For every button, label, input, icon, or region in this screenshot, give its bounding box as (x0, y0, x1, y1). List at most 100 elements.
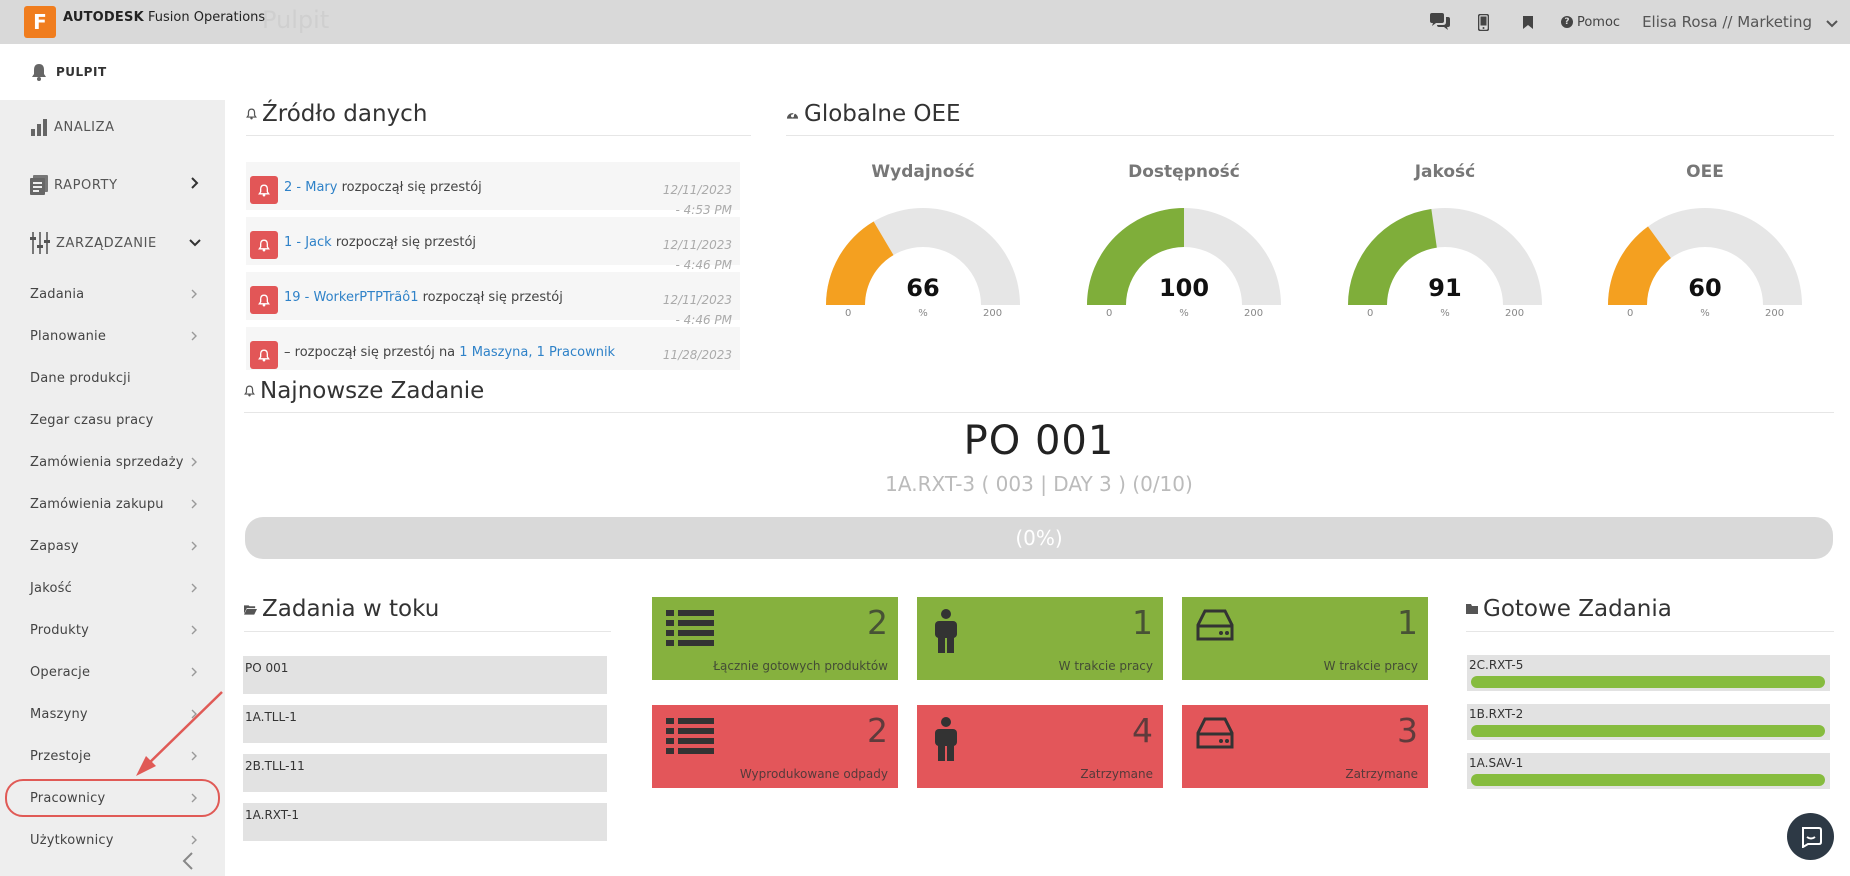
feed-item-message: rozpoczął się przestój (335, 235, 477, 250)
chevron-right-icon (191, 499, 197, 509)
wip-heading: Zadania w toku (244, 596, 439, 622)
stat-tile-label: Łącznie gotowych produktów (713, 659, 888, 673)
sidebar-item-label: Maszyny (30, 706, 88, 722)
bookmark-icon[interactable] (1517, 11, 1539, 33)
bell-icon (246, 108, 257, 120)
sidebar-pulpit-label: PULPIT (56, 65, 107, 79)
worker-icon (931, 609, 961, 657)
wip-title: Zadania w toku (262, 596, 440, 622)
done-task-progress-bar (1471, 676, 1825, 688)
sidebar-item-label: Dane produkcji (30, 370, 131, 386)
chevron-right-icon (191, 331, 197, 341)
comments-icon[interactable] (1429, 11, 1451, 33)
collapse-sidebar-icon[interactable] (182, 852, 194, 870)
divider (246, 135, 751, 136)
gauge-title: OEE (1686, 162, 1724, 182)
sidebar-item-label: Zadania (30, 286, 85, 302)
stat-tile[interactable]: 2 Łącznie gotowych produktów (652, 597, 898, 680)
stat-tile-value: 3 (1397, 711, 1418, 750)
gauge-max: 200 (1505, 308, 1525, 319)
latest-task-name[interactable]: PO 001 (246, 418, 1832, 464)
feed-heading: Źródło danych (246, 101, 427, 127)
sidebar-section-raporty[interactable]: RAPORTY (0, 163, 225, 207)
stat-tile[interactable]: 3 Zatrzymane (1182, 705, 1428, 788)
sidebar-item-operacje[interactable]: Operacje (0, 651, 225, 693)
list-icon (666, 717, 714, 759)
feed-item-target-link[interactable]: 1 Maszyna, 1 Pracownik (459, 345, 615, 360)
feed-item-timestamp: 12/11/2023- 4:46 PM (642, 290, 732, 330)
wip-task-item[interactable]: 2B.TLL-11 (243, 754, 607, 792)
sidebar-pulpit[interactable]: PULPIT (0, 44, 225, 100)
feed-item-date: 12/11/2023 (662, 183, 732, 197)
feed-item-message: rozpoczął się przestój (341, 180, 482, 195)
progress-label: (0%) (1015, 526, 1063, 550)
gauge-jakość: Jakość 91 0% 200 (1340, 150, 1550, 330)
feed-item-link[interactable]: 19 - WorkerPTPTrãô1 (284, 290, 418, 305)
sidebar-section-label: RAPORTY (54, 177, 118, 193)
bar-chart-icon (31, 119, 47, 136)
gauge-value: 66 (906, 274, 940, 302)
app-logo[interactable]: F (24, 6, 56, 38)
stat-tile[interactable]: 1 W trakcie pracy (917, 597, 1163, 680)
chevron-right-icon (191, 835, 197, 845)
sidebar-item-zamówienia-zakupu[interactable]: Zamówienia zakupu (0, 483, 225, 525)
feed-item-link[interactable]: 2 - Mary (284, 180, 337, 195)
stat-tile-value: 1 (1397, 603, 1418, 642)
oee-heading: Globalne OEE (786, 101, 961, 127)
feed-item: 1 - Jack rozpoczął się przestój 12/11/202… (246, 217, 740, 272)
chevron-right-icon (191, 667, 197, 677)
gauge-title: Dostępność (1128, 162, 1240, 182)
sliders-icon (30, 232, 50, 254)
wip-task-item[interactable]: 1A.RXT-1 (243, 803, 607, 841)
mobile-icon[interactable] (1473, 11, 1495, 33)
done-task-label: 1A.SAV-1 (1469, 756, 1524, 770)
sidebar-section-zarzadzanie[interactable]: ZARZĄDZANIE (0, 221, 225, 265)
help-link[interactable]: ? Pomoc (1560, 15, 1620, 30)
feed-item-date: 12/11/2023 (662, 293, 732, 307)
sidebar-item-zegar-czasu-pracy[interactable]: Zegar czasu pracy (0, 399, 225, 441)
feed-item-timestamp: 12/11/2023- 4:53 PM (642, 180, 732, 220)
gauge-value: 91 (1428, 274, 1462, 302)
sidebar-section-analiza[interactable]: ANALIZA (0, 105, 225, 149)
stat-tile[interactable]: 4 Zatrzymane (917, 705, 1163, 788)
feed-item-date: 11/28/2023 (662, 348, 732, 362)
divider (786, 135, 1834, 136)
done-task-item[interactable]: 2C.RXT-5 (1467, 655, 1830, 691)
gauge-wydajność: Wydajność 66 0% 200 (818, 150, 1028, 330)
stat-tile[interactable]: 1 W trakcie pracy (1182, 597, 1428, 680)
feed-item-text: 2 - Mary rozpoczął się przestój (284, 180, 482, 195)
feed-item: 19 - WorkerPTPTrãô1 rozpoczął się przest… (246, 272, 740, 327)
sidebar-item-zamówienia-sprzedaży[interactable]: Zamówienia sprzedaży (0, 441, 225, 483)
bell-alert-icon (250, 231, 278, 259)
stat-tile[interactable]: 2 Wyprodukowane odpady (652, 705, 898, 788)
chat-launcher-button[interactable] (1787, 813, 1834, 860)
sidebar-item-produkty[interactable]: Produkty (0, 609, 225, 651)
sidebar-item-label: Zapasy (30, 538, 79, 554)
stat-tile-value: 2 (867, 711, 888, 750)
sidebar-item-jakość[interactable]: Jakość (0, 567, 225, 609)
stat-tile-label: W trakcie pracy (1058, 659, 1153, 673)
wip-task-item[interactable]: PO 001 (243, 656, 607, 694)
sidebar-item-dane-produkcji[interactable]: Dane produkcji (0, 357, 225, 399)
latest-task-progress-bar: (0%) (245, 517, 1833, 559)
sidebar-item-zadania[interactable]: Zadania (0, 273, 225, 315)
chevron-down-icon[interactable] (1826, 13, 1838, 32)
done-task-item[interactable]: 1B.RXT-2 (1467, 704, 1830, 740)
folder-icon (1466, 604, 1478, 614)
report-icon (30, 175, 48, 195)
stat-tile-label: Wyprodukowane odpady (739, 767, 888, 781)
worker-icon (931, 717, 961, 765)
feed-item-link[interactable]: 1 - Jack (284, 235, 332, 250)
latest-task-subtitle: 1A.RXT-3 ( 003 | DAY 3 ) (0/10) (885, 472, 1193, 496)
feed-list: 2 - Mary rozpoczął się przestój 12/11/202… (246, 150, 740, 370)
wip-task-item[interactable]: 1A.TLL-1 (243, 705, 607, 743)
feed-item-timestamp: 12/11/2023- 4:46 PM (642, 235, 732, 275)
done-task-item[interactable]: 1A.SAV-1 (1467, 753, 1830, 789)
gauge-value: 60 (1688, 274, 1722, 302)
gauge-max: 200 (983, 308, 1003, 319)
feed-item: 2 - Mary rozpoczął się przestój 12/11/202… (246, 162, 740, 217)
sidebar-item-zapasy[interactable]: Zapasy (0, 525, 225, 567)
sidebar-item-planowanie[interactable]: Planowanie (0, 315, 225, 357)
list-icon (666, 609, 714, 651)
user-menu[interactable]: Elisa Rosa // Marketing (1642, 13, 1812, 31)
